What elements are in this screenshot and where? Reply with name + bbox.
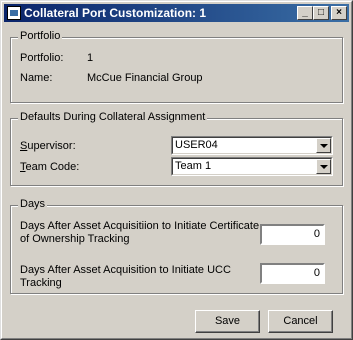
supervisor-dropdown-button[interactable] — [316, 138, 331, 153]
name-value: McCue Financial Group — [87, 72, 203, 84]
defaults-group-title: Defaults During Collateral Assignment — [18, 111, 208, 123]
days-group-title: Days — [18, 198, 48, 210]
save-button[interactable]: Save — [195, 310, 260, 333]
close-button[interactable]: × — [331, 6, 347, 20]
team-code-selected-value: Team 1 — [175, 160, 212, 172]
team-code-label-rest: eam Code: — [25, 161, 80, 173]
cert-days-input[interactable]: 0 — [260, 224, 325, 245]
portfolio-label: Portfolio: — [20, 52, 64, 64]
supervisor-label: Supervisor: — [20, 140, 76, 152]
portfolio-value: 1 — [87, 52, 94, 64]
ucc-days-label-line1: Days After Asset Acquisition to Initiate… — [20, 264, 231, 276]
supervisor-selected-value: USER04 — [175, 139, 218, 151]
cert-days-label-line2: of Ownership Tracking — [20, 233, 130, 245]
ucc-days-label-line2: Tracking — [20, 277, 62, 289]
maximize-button[interactable]: □ — [313, 6, 329, 20]
ucc-days-input[interactable]: 0 — [260, 263, 325, 284]
team-code-select[interactable]: Team 1 — [171, 157, 333, 176]
window-title: Collateral Port Customization: 1 — [24, 6, 207, 20]
name-label: Name: — [20, 72, 53, 84]
minimize-button[interactable]: _ — [297, 6, 313, 20]
supervisor-select[interactable]: USER04 — [171, 136, 333, 155]
title-bar[interactable]: Collateral Port Customization: 1 _ □ × — [4, 4, 349, 22]
supervisor-label-rest: upervisor: — [27, 140, 76, 152]
portfolio-group: Portfolio — [10, 30, 343, 103]
dialog-window: Collateral Port Customization: 1 _ □ × P… — [0, 0, 353, 340]
cancel-button[interactable]: Cancel — [268, 310, 333, 333]
team-code-dropdown-button[interactable] — [316, 159, 331, 174]
cert-days-label-line1: Days After Asset Acquisitiion to Initiat… — [20, 220, 260, 232]
team-code-label: Team Code: — [20, 161, 79, 173]
portfolio-group-title: Portfolio — [18, 30, 63, 42]
app-icon — [7, 6, 21, 20]
